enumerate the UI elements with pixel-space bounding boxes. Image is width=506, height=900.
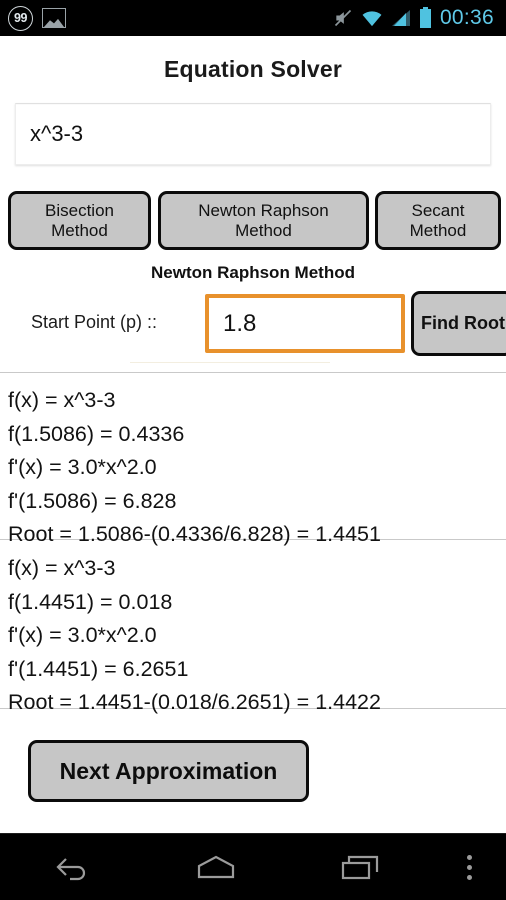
result-line: f(1.4451) = 0.018	[8, 589, 173, 614]
start-point-input[interactable]	[205, 294, 405, 353]
gallery-image-icon	[42, 8, 66, 28]
result-line: f'(x) = 3.0*x^2.0	[8, 455, 157, 479]
nav-back-button[interactable]	[0, 834, 144, 900]
nav-recents-button[interactable]	[288, 834, 432, 900]
result-line: Root = 1.5086-(0.4336/6.828) = 1.4451	[8, 522, 381, 546]
result-line: f(x) = x^3-3	[8, 388, 116, 412]
notification-count-badge: 99	[8, 5, 33, 31]
start-point-label: Start Point (p) ::	[31, 312, 158, 332]
result-block-2: f(x) = x^3-3 f(1.4451) = 0.018 f'(x) = 3…	[8, 552, 506, 720]
result-line: f(x) = x^3-3	[8, 556, 116, 580]
result-line: f(1.5086) = 0.4336	[8, 421, 185, 446]
find-root-button[interactable]: Find Root	[411, 291, 506, 356]
status-bar-clock: 00:36	[439, 6, 494, 29]
secant-method-button[interactable]: Secant Method	[375, 191, 501, 250]
status-bar-left-icons: 99	[8, 5, 66, 31]
result-block-1: f(x) = x^3-3 f(1.5086) = 0.4336 f'(x) = …	[8, 384, 506, 552]
android-navigation-bar	[0, 833, 506, 900]
method-button-group: Bisection Method Newton Raphson Method S…	[0, 191, 506, 251]
recents-icon	[341, 855, 379, 880]
nav-overflow-menu-button[interactable]	[432, 834, 506, 900]
bisection-method-button[interactable]: Bisection Method	[8, 191, 151, 250]
equation-input-container	[15, 103, 491, 165]
selected-method-heading: Newton Raphson Method	[151, 263, 355, 282]
equation-input[interactable]	[15, 103, 491, 165]
result-line: f'(1.5086) = 6.828	[8, 488, 177, 513]
page-title: Equation Solver	[163, 56, 343, 82]
status-bar: 99 00:36	[0, 0, 506, 36]
result-line: f'(x) = 3.0*x^2.0	[8, 623, 157, 647]
result-line: f'(1.4451) = 6.2651	[8, 656, 189, 681]
phone-screen: 99 00:36 Equation Solver x^3-3 Bisection…	[0, 0, 506, 900]
cellular-signal-icon	[391, 10, 410, 26]
back-icon	[56, 858, 86, 881]
status-bar-right-icons: 00:36	[333, 6, 498, 30]
battery-icon	[419, 7, 431, 28]
divider-top	[0, 372, 506, 373]
newton-raphson-method-button[interactable]: Newton Raphson Method	[158, 191, 369, 250]
result-line: Root = 1.4451-(0.018/6.2651) = 1.4422	[8, 690, 381, 714]
next-approximation-button[interactable]: Next Approximation	[28, 740, 309, 802]
wifi-icon	[362, 11, 382, 27]
overflow-menu-icon	[466, 852, 472, 882]
spinner-underline-decoration	[130, 362, 330, 370]
nav-home-button[interactable]	[144, 834, 288, 900]
home-icon	[197, 855, 235, 879]
mute-icon	[334, 9, 352, 27]
